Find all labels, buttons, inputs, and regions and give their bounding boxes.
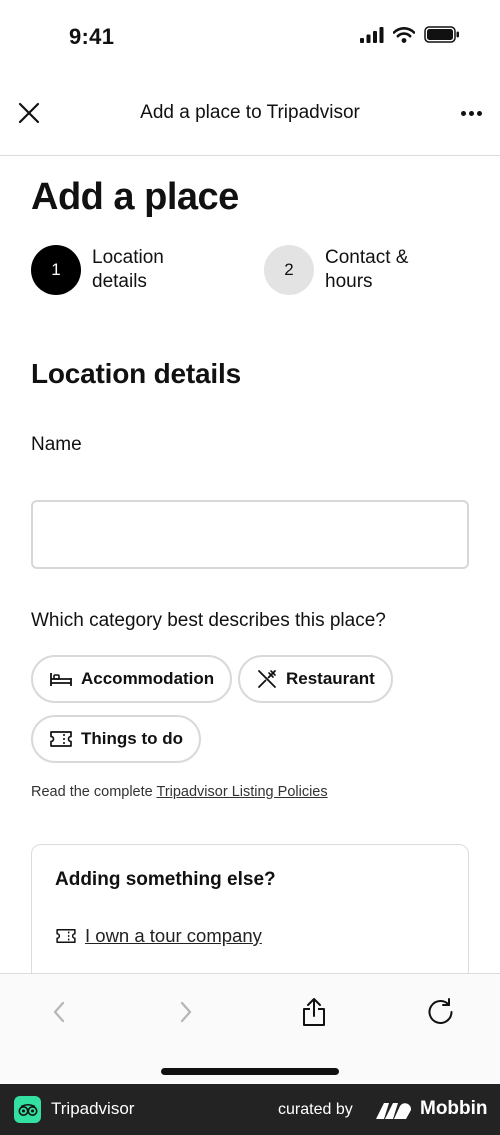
nav-bar: Add a place to Tripadvisor xyxy=(0,72,500,156)
ticket-icon xyxy=(56,929,76,943)
footer-brand-name: Mobbin xyxy=(420,1098,488,1119)
chip-label: Restaurant xyxy=(286,669,375,688)
policy-text: Read the complete Tripadvisor Listing Po… xyxy=(31,784,328,800)
name-input[interactable] xyxy=(31,500,469,569)
category-restaurant-button[interactable]: Restaurant xyxy=(238,655,393,703)
chevron-right-icon xyxy=(180,1001,192,1023)
chip-label: Things to do xyxy=(81,729,183,748)
mobbin-logo-icon xyxy=(376,1103,412,1119)
tour-company-link-row[interactable]: I own a tour company xyxy=(55,925,262,947)
share-button[interactable] xyxy=(296,994,332,1030)
footer-bar: Tripadvisor curated by Mobbin xyxy=(0,1084,500,1135)
chevron-left-icon xyxy=(53,1001,65,1023)
nav-title: Add a place to Tripadvisor xyxy=(140,102,360,123)
footer-curated-by: curated by xyxy=(278,1101,353,1118)
step-label: Contact & hours xyxy=(325,247,409,292)
status-time: 9:41 xyxy=(69,24,115,49)
footer-app-name: Tripadvisor xyxy=(51,1099,135,1118)
more-dot-icon xyxy=(460,110,466,116)
browser-toolbar xyxy=(0,973,500,1084)
tour-company-link[interactable]: I own a tour company xyxy=(85,925,262,947)
wifi-icon xyxy=(393,26,415,43)
policy-prefix: Read the complete xyxy=(31,784,153,800)
browser-forward-button[interactable] xyxy=(168,994,204,1030)
cellular-signal-icon xyxy=(360,26,384,43)
more-dot-icon xyxy=(476,110,482,116)
status-bar: 9:41 xyxy=(0,0,500,72)
step-number: 1 xyxy=(31,245,81,295)
category-things-to-do-button[interactable]: Things to do xyxy=(31,715,201,763)
refresh-button[interactable] xyxy=(423,994,459,1030)
status-icons xyxy=(360,26,460,43)
ticket-icon xyxy=(50,731,72,747)
step-location-details[interactable]: 1 Location details xyxy=(31,245,164,295)
battery-icon xyxy=(424,26,459,43)
home-indicator xyxy=(161,1068,339,1075)
category-question: Which category best describes this place… xyxy=(31,610,386,631)
tripadvisor-logo-icon xyxy=(14,1096,41,1123)
more-dot-icon xyxy=(468,110,474,116)
browser-back-button[interactable] xyxy=(41,994,77,1030)
section-title: Location details xyxy=(31,358,241,389)
step-number: 2 xyxy=(264,245,314,295)
step-contact-hours[interactable]: 2 Contact & hours xyxy=(264,245,408,295)
share-icon xyxy=(303,998,325,1026)
chip-label: Accommodation xyxy=(81,669,215,688)
category-accommodation-button[interactable]: Accommodation xyxy=(31,655,233,703)
page-title: Add a place xyxy=(31,176,239,218)
bed-icon xyxy=(50,673,72,686)
listing-policies-link[interactable]: Tripadvisor Listing Policies xyxy=(157,784,328,800)
card-title: Adding something else? xyxy=(55,869,276,890)
name-label: Name xyxy=(31,434,82,455)
refresh-icon xyxy=(428,998,453,1024)
more-options-button[interactable] xyxy=(456,100,486,126)
step-label: Location details xyxy=(92,247,164,292)
utensils-icon xyxy=(258,670,276,688)
